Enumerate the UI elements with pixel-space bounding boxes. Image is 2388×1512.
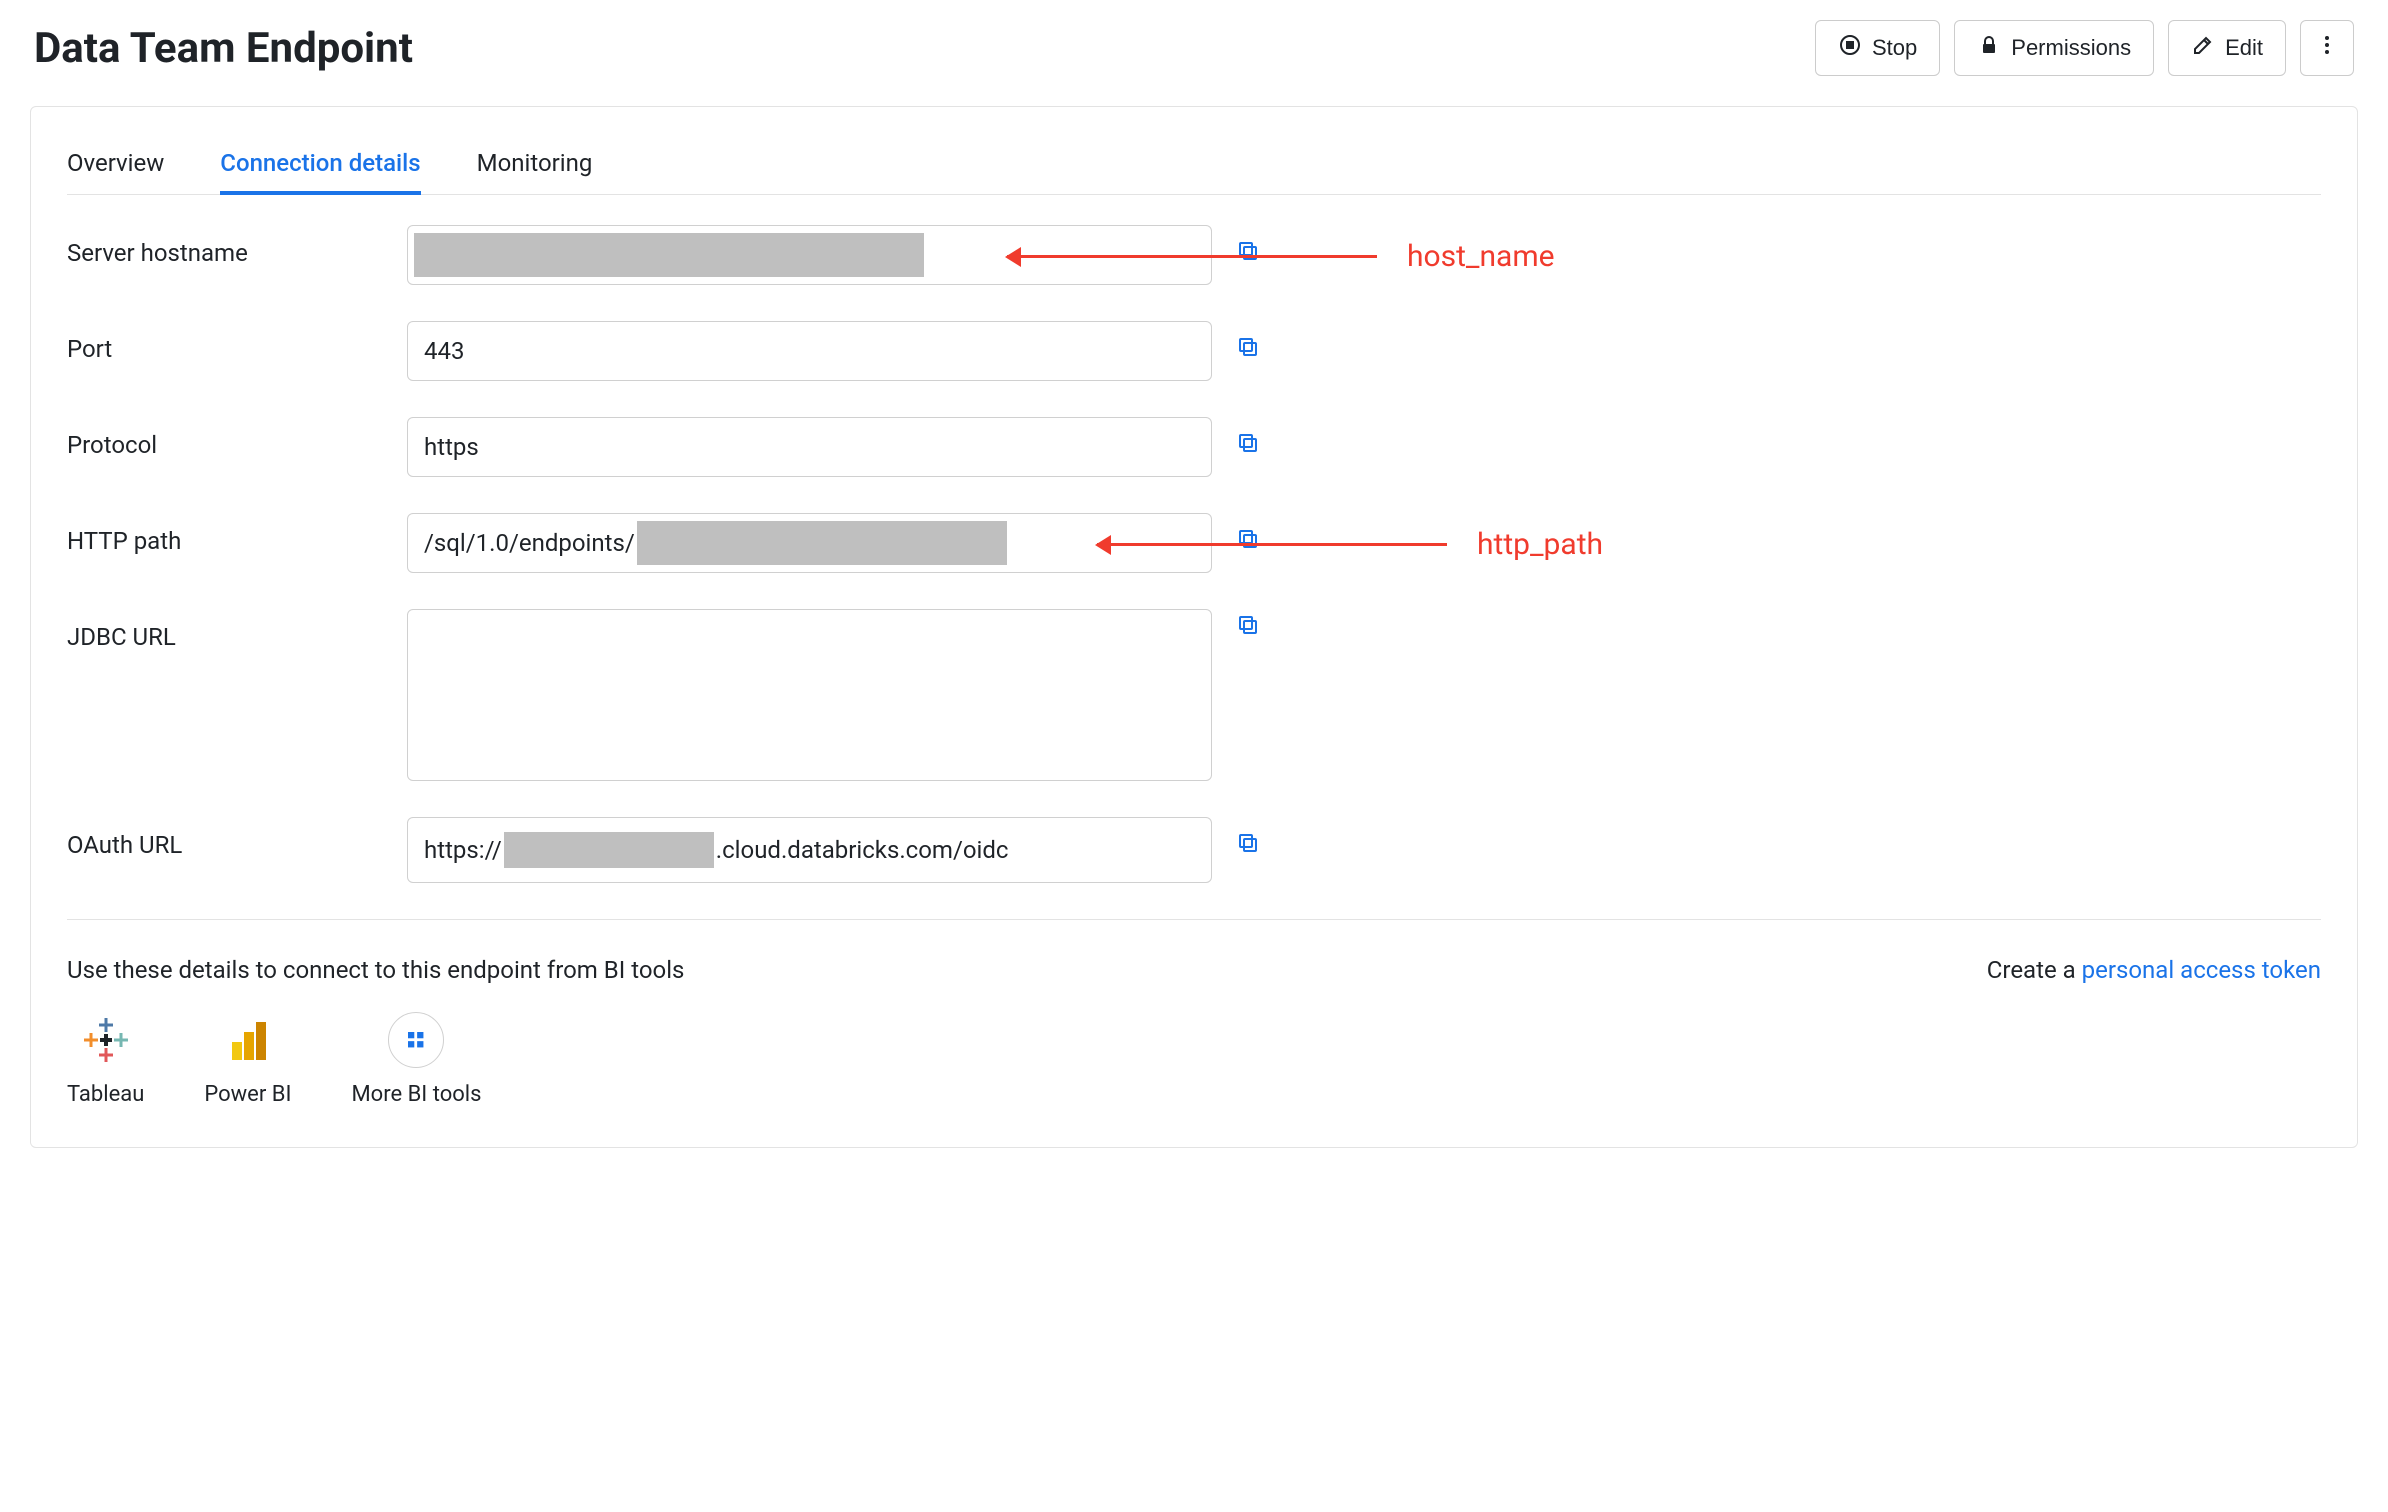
stop-button-label: Stop <box>1872 35 1917 61</box>
stop-button[interactable]: Stop <box>1815 20 1940 76</box>
port-value: 443 <box>424 337 464 365</box>
jdbc-url-input[interactable] <box>407 609 1212 781</box>
copy-icon <box>1236 527 1260 551</box>
bi-tool-more[interactable]: More BI tools <box>351 1012 481 1107</box>
bi-tool-tableau[interactable]: Tableau <box>67 1012 144 1107</box>
edit-button-label: Edit <box>2225 35 2263 61</box>
field-label-server-hostname: Server hostname <box>67 225 407 267</box>
copy-icon <box>1236 335 1260 359</box>
server-hostname-input[interactable] <box>407 225 1212 285</box>
copy-jdbc-url-button[interactable] <box>1236 613 1260 643</box>
bi-tool-more-label: More BI tools <box>351 1082 481 1107</box>
http-path-prefix: /sql/1.0/endpoints/ <box>424 529 635 557</box>
field-row-http-path: HTTP path /sql/1.0/endpoints/ http_path <box>67 513 2321 573</box>
oauth-url-input[interactable]: https:// .cloud.databricks.com/oidc <box>407 817 1212 883</box>
stop-icon <box>1838 33 1862 63</box>
copy-port-button[interactable] <box>1236 335 1260 365</box>
field-label-http-path: HTTP path <box>67 513 407 555</box>
kebab-menu-button[interactable] <box>2300 20 2354 76</box>
tab-overview[interactable]: Overview <box>67 135 164 195</box>
permissions-button[interactable]: Permissions <box>1954 20 2154 76</box>
kebab-icon <box>2315 33 2339 63</box>
footer-create-prefix: Create a <box>1987 956 2082 984</box>
redacted-oauth-host <box>504 832 714 868</box>
copy-hostname-button[interactable] <box>1236 239 1260 269</box>
page-header: Data Team Endpoint Stop Permissions <box>30 20 2358 76</box>
divider <box>67 919 2321 920</box>
http-path-input[interactable]: /sql/1.0/endpoints/ <box>407 513 1212 573</box>
copy-protocol-button[interactable] <box>1236 431 1260 461</box>
field-row-port: Port 443 <box>67 321 2321 381</box>
redacted-hostname <box>414 233 924 277</box>
field-row-jdbc-url: JDBC URL <box>67 609 2321 781</box>
bi-tool-powerbi[interactable]: Power BI <box>204 1012 291 1107</box>
port-input[interactable]: 443 <box>407 321 1212 381</box>
copy-icon <box>1236 239 1260 263</box>
footer-row: Use these details to connect to this end… <box>67 956 2321 984</box>
oauth-url-suffix: .cloud.databricks.com/oidc <box>716 836 1009 864</box>
protocol-value: https <box>424 433 479 461</box>
tabs: Overview Connection details Monitoring <box>67 135 2321 195</box>
bi-tool-tableau-label: Tableau <box>67 1082 144 1107</box>
redacted-http-path <box>637 521 1007 565</box>
connection-details-form: Server hostname host_name Port 443 <box>67 225 2321 883</box>
copy-http-path-button[interactable] <box>1236 527 1260 557</box>
edit-icon <box>2191 33 2215 63</box>
tab-monitoring[interactable]: Monitoring <box>477 135 593 195</box>
footer-create-token: Create a personal access token <box>1987 956 2321 984</box>
field-label-port: Port <box>67 321 407 363</box>
field-row-oauth-url: OAuth URL https:// .cloud.databricks.com… <box>67 817 2321 883</box>
lock-icon <box>1977 33 2001 63</box>
copy-oauth-url-button[interactable] <box>1236 831 1260 861</box>
field-row-protocol: Protocol https <box>67 417 2321 477</box>
page-title: Data Team Endpoint <box>34 24 413 73</box>
personal-access-token-link[interactable]: personal access token <box>2082 956 2321 984</box>
field-label-protocol: Protocol <box>67 417 407 459</box>
protocol-input[interactable]: https <box>407 417 1212 477</box>
main-panel: Overview Connection details Monitoring S… <box>30 106 2358 1148</box>
bi-tool-powerbi-label: Power BI <box>204 1082 291 1107</box>
copy-icon <box>1236 831 1260 855</box>
bi-tools: Tableau Power BI More BI to <box>67 1012 2321 1107</box>
copy-icon <box>1236 431 1260 455</box>
header-actions: Stop Permissions Edit <box>1815 20 2354 76</box>
edit-button[interactable]: Edit <box>2168 20 2286 76</box>
more-bi-tools-icon <box>388 1012 444 1068</box>
footer-hint: Use these details to connect to this end… <box>67 956 684 984</box>
field-label-jdbc-url: JDBC URL <box>67 609 407 651</box>
annotation-hostname-text: host_name <box>1407 239 1555 274</box>
field-label-oauth-url: OAuth URL <box>67 817 407 859</box>
tab-connection-details[interactable]: Connection details <box>220 135 420 195</box>
powerbi-icon <box>220 1012 276 1068</box>
copy-icon <box>1236 613 1260 637</box>
oauth-url-prefix: https:// <box>424 836 502 864</box>
permissions-button-label: Permissions <box>2011 35 2131 61</box>
field-row-server-hostname: Server hostname host_name <box>67 225 2321 285</box>
annotation-http-path-text: http_path <box>1477 527 1603 562</box>
tableau-icon <box>78 1012 134 1068</box>
